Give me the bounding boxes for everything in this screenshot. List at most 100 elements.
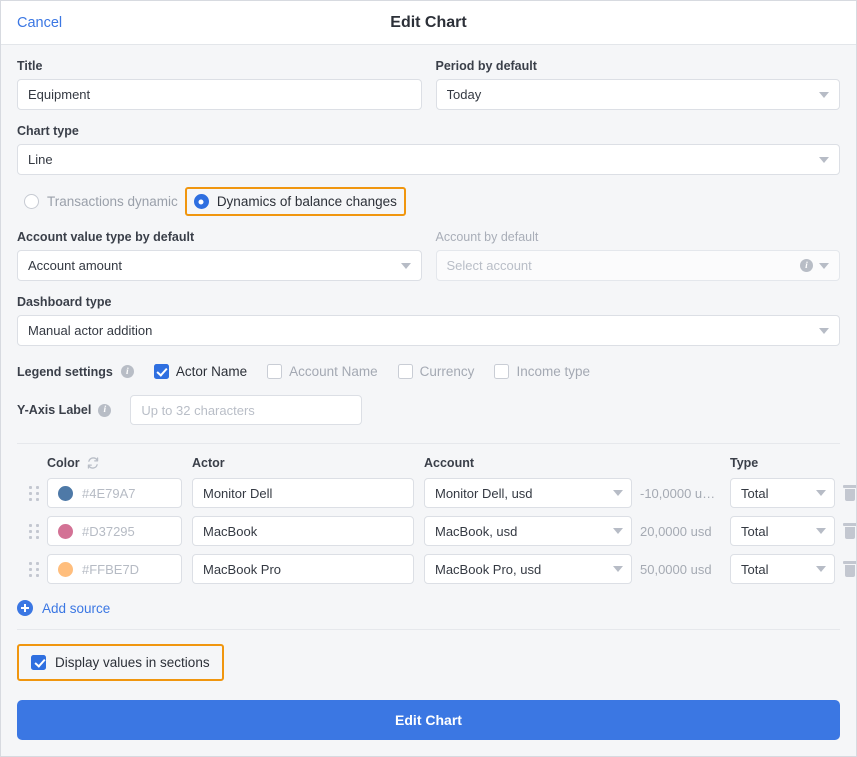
- info-icon[interactable]: i: [800, 259, 813, 272]
- actor-value: Monitor Dell: [203, 485, 273, 501]
- chevron-down-icon: [613, 566, 623, 572]
- dashboard-type-group: Dashboard type Manual actor addition: [17, 295, 840, 346]
- refresh-icon[interactable]: [86, 456, 100, 470]
- account-value-type-group: Account value type by default Account am…: [17, 230, 422, 281]
- column-header-color-label: Color: [47, 456, 80, 470]
- drag-handle[interactable]: [17, 561, 47, 577]
- radio-transactions-dynamic[interactable]: Transactions dynamic: [17, 189, 185, 214]
- column-header-type: Type: [730, 456, 759, 470]
- checkbox-display-values-in-sections[interactable]: Display values in sections: [17, 644, 224, 681]
- checkbox-icon-checked: [31, 655, 46, 670]
- info-icon[interactable]: i: [120, 365, 134, 378]
- column-header-actor: Actor: [192, 456, 225, 470]
- chevron-down-icon: [816, 528, 826, 534]
- dialog-titlebar: Cancel Edit Chart: [1, 1, 856, 45]
- chart-type-value: Line: [28, 152, 53, 167]
- table-row: #D37295 MacBook MacBook, usd 20,0000 usd…: [17, 512, 856, 550]
- color-cell[interactable]: #4E79A7: [47, 478, 182, 508]
- trash-icon[interactable]: [843, 523, 856, 539]
- account-cell[interactable]: MacBook Pro, usd: [424, 554, 632, 584]
- trash-icon[interactable]: [843, 485, 856, 501]
- account-default-select[interactable]: Select account i: [435, 250, 840, 281]
- account-value-type-value: Account amount: [28, 258, 122, 273]
- chevron-down-icon: [819, 156, 829, 163]
- title-period-row: Title Equipment Period by default Today: [17, 59, 840, 110]
- type-value: Total: [741, 523, 769, 539]
- chevron-down-icon: [819, 327, 829, 334]
- drag-handle[interactable]: [17, 485, 47, 501]
- sources-table-header: Color Actor Account Type: [17, 444, 840, 474]
- amount-value: 50,0000 usd: [640, 561, 712, 577]
- color-cell[interactable]: #FFBE7D: [47, 554, 182, 584]
- title-input[interactable]: Equipment: [17, 79, 422, 110]
- legend-settings-row: Legend settings i Actor Name Account Nam…: [17, 364, 840, 379]
- column-header-account: Account: [424, 456, 474, 470]
- color-swatch[interactable]: [58, 485, 73, 501]
- dashboard-type-label: Dashboard type: [17, 295, 112, 309]
- cancel-button[interactable]: Cancel: [17, 15, 62, 31]
- actor-value: MacBook Pro: [203, 561, 282, 577]
- checkbox-actor-name[interactable]: Actor Name: [153, 364, 247, 379]
- actor-cell[interactable]: Monitor Dell: [192, 478, 414, 508]
- trash-icon[interactable]: [843, 561, 856, 577]
- account-value: MacBook, usd: [435, 523, 518, 539]
- chevron-down-icon: [613, 490, 623, 496]
- actor-cell[interactable]: MacBook: [192, 516, 414, 546]
- add-source-button[interactable]: Add source: [17, 600, 840, 630]
- account-cell[interactable]: Monitor Dell, usd: [424, 478, 632, 508]
- drag-handle[interactable]: [17, 523, 47, 539]
- checkbox-icon: [397, 364, 413, 379]
- color-swatch[interactable]: [58, 561, 73, 577]
- chevron-down-icon: [816, 490, 826, 496]
- color-swatch[interactable]: [58, 523, 73, 539]
- account-default-placeholder: Select account: [446, 258, 532, 273]
- actor-cell[interactable]: MacBook Pro: [192, 554, 414, 584]
- edit-chart-dialog: Cancel Edit Chart Title Equipment Period…: [0, 0, 857, 757]
- chevron-down-icon: [400, 262, 411, 269]
- account-row: Account value type by default Account am…: [17, 230, 840, 281]
- checkbox-income-type[interactable]: Income type: [494, 364, 590, 379]
- delete-cell[interactable]: [835, 523, 856, 539]
- radio-dynamics-of-balance-changes[interactable]: Dynamics of balance changes: [184, 187, 406, 216]
- dialog-title: Edit Chart: [390, 13, 467, 31]
- account-cell[interactable]: MacBook, usd: [424, 516, 632, 546]
- checkbox-income-type-label: Income type: [516, 364, 590, 379]
- edit-chart-submit-button[interactable]: Edit Chart: [17, 700, 840, 740]
- color-cell[interactable]: #D37295: [47, 516, 182, 546]
- plus-circle-icon: [17, 600, 33, 616]
- type-cell[interactable]: Total: [730, 554, 835, 584]
- dialog-body: Title Equipment Period by default Today …: [1, 45, 856, 686]
- type-cell[interactable]: Total: [730, 516, 835, 546]
- account-default-label: Account by default: [435, 230, 539, 244]
- color-hex-value: #4E79A7: [82, 485, 136, 501]
- radio-transactions-dynamic-label: Transactions dynamic: [47, 194, 178, 209]
- actor-value: MacBook: [203, 523, 258, 539]
- yaxis-label-placeholder: Up to 32 characters: [141, 402, 255, 418]
- chevron-down-icon: [613, 528, 623, 534]
- yaxis-label-text: Y-Axis Label: [17, 403, 92, 417]
- period-select[interactable]: Today: [435, 79, 840, 110]
- sources-table: Color Actor Account Type #4E79A7 Monitor…: [17, 443, 856, 630]
- checkbox-currency[interactable]: Currency: [397, 364, 474, 379]
- dashboard-type-value: Manual actor addition: [28, 323, 153, 338]
- delete-cell[interactable]: [835, 561, 856, 577]
- radio-icon-selected: [193, 194, 209, 209]
- account-value-type-select[interactable]: Account amount: [17, 250, 422, 281]
- type-value: Total: [741, 485, 769, 501]
- info-icon[interactable]: i: [98, 403, 112, 417]
- dashboard-type-select[interactable]: Manual actor addition: [17, 315, 840, 346]
- checkbox-account-name[interactable]: Account Name: [267, 364, 378, 379]
- table-row: #4E79A7 Monitor Dell Monitor Dell, usd -…: [17, 474, 856, 512]
- display-values-label: Display values in sections: [55, 655, 210, 670]
- yaxis-label-input[interactable]: Up to 32 characters: [130, 395, 363, 425]
- color-hex-value: #D37295: [82, 523, 135, 539]
- add-source-label: Add source: [42, 600, 111, 616]
- delete-cell[interactable]: [835, 485, 856, 501]
- checkbox-account-name-label: Account Name: [289, 364, 378, 379]
- checkbox-icon: [494, 364, 510, 379]
- type-cell[interactable]: Total: [730, 478, 835, 508]
- chevron-down-icon: [816, 566, 826, 572]
- dialog-footer: Edit Chart: [1, 686, 856, 756]
- chart-type-group: Chart type Line: [17, 124, 840, 175]
- chart-type-select[interactable]: Line: [17, 144, 840, 175]
